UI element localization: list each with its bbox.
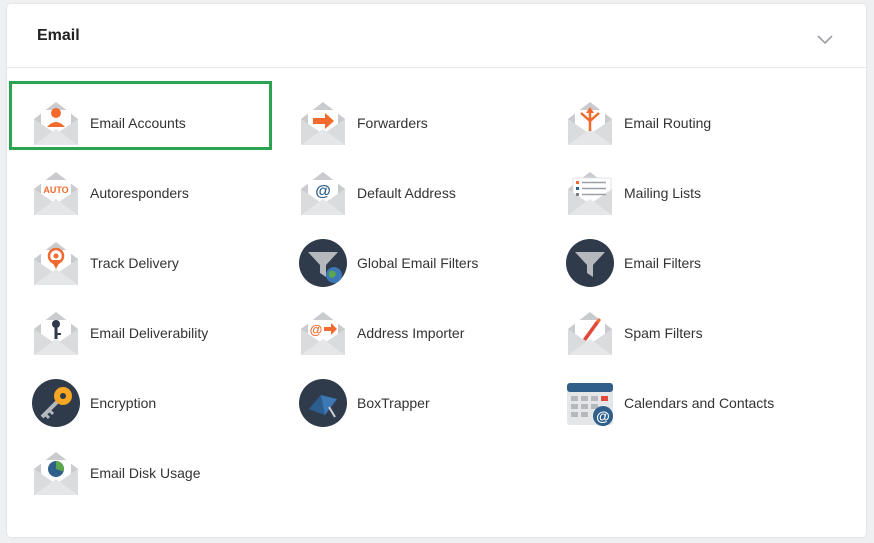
selected-item-highlight	[9, 81, 272, 150]
boxtrapper-icon	[299, 379, 347, 427]
mailing-lists-link[interactable]: Mailing Lists	[566, 165, 816, 221]
global-email-filters-link[interactable]: Global Email Filters	[299, 235, 549, 291]
default-address-link[interactable]: @ Default Address	[299, 165, 549, 221]
encryption-link[interactable]: Encryption	[32, 375, 282, 431]
item-label: Autoresponders	[90, 185, 189, 201]
encryption-icon	[32, 379, 80, 427]
item-label: Forwarders	[357, 115, 428, 131]
section-title: Email	[37, 27, 80, 44]
address-importer-icon: @	[301, 312, 345, 355]
global-email-filters-icon	[299, 239, 347, 287]
forwarders-icon	[301, 102, 345, 145]
item-label: BoxTrapper	[357, 395, 430, 411]
track-delivery-link[interactable]: Track Delivery	[32, 235, 282, 291]
item-label: Track Delivery	[90, 255, 179, 271]
item-label: Default Address	[357, 185, 456, 201]
badge-text: @	[315, 183, 331, 200]
chevron-down-icon[interactable]	[817, 35, 833, 45]
item-label: Calendars and Contacts	[624, 395, 775, 411]
email-disk-usage-icon	[34, 452, 78, 495]
item-label: Global Email Filters	[357, 255, 479, 271]
calendars-contacts-link[interactable]: @ Calendars and Contacts	[566, 375, 816, 431]
item-label: Encryption	[90, 395, 157, 411]
item-label: Email Filters	[624, 255, 702, 271]
spam-filters-link[interactable]: Spam Filters	[566, 305, 816, 361]
item-label: Email Disk Usage	[90, 465, 201, 481]
default-address-icon: @	[301, 172, 345, 215]
item-label: Mailing Lists	[624, 185, 702, 201]
item-label: Email Routing	[624, 115, 712, 131]
email-deliverability-link[interactable]: Email Deliverability	[32, 305, 282, 361]
autoresponders-link[interactable]: AUTO Autoresponders	[32, 165, 282, 221]
email-routing-link[interactable]: Email Routing	[566, 95, 816, 151]
email-deliverability-icon	[34, 312, 78, 355]
badge-text: @	[596, 408, 610, 424]
boxtrapper-link[interactable]: BoxTrapper	[299, 375, 549, 431]
forwarders-link[interactable]: Forwarders	[299, 95, 549, 151]
email-disk-usage-link[interactable]: Email Disk Usage	[32, 445, 282, 501]
email-filters-link[interactable]: Email Filters	[566, 235, 816, 291]
mailing-lists-icon	[568, 172, 612, 215]
badge-text: @	[310, 322, 323, 337]
calendars-contacts-icon: @	[567, 383, 613, 426]
track-delivery-icon	[34, 242, 78, 285]
email-section-header[interactable]: Email	[7, 4, 866, 68]
badge-text: AUTO	[43, 185, 68, 195]
item-label: Email Deliverability	[90, 325, 209, 341]
address-importer-link[interactable]: @ Address Importer	[299, 305, 549, 361]
email-routing-icon	[568, 102, 612, 145]
item-label: Address Importer	[357, 325, 465, 341]
spam-filters-icon	[568, 312, 612, 355]
email-filters-icon	[566, 239, 614, 287]
item-label: Spam Filters	[624, 325, 703, 341]
autoresponders-icon: AUTO	[34, 172, 78, 215]
